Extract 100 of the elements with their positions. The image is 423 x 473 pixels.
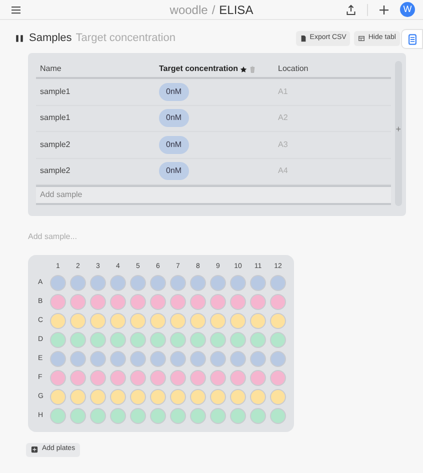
well[interactable]: [70, 313, 86, 329]
well[interactable]: [50, 332, 66, 348]
well[interactable]: [250, 408, 266, 424]
well[interactable]: [130, 408, 146, 424]
well[interactable]: [250, 389, 266, 405]
well[interactable]: [230, 294, 246, 310]
well[interactable]: [50, 313, 66, 329]
well[interactable]: [270, 389, 286, 405]
well[interactable]: [250, 294, 266, 310]
user-avatar[interactable]: W: [400, 2, 415, 17]
well[interactable]: [70, 294, 86, 310]
well[interactable]: [70, 332, 86, 348]
well[interactable]: [110, 408, 126, 424]
concentration-tag[interactable]: 0nM: [159, 136, 189, 154]
well[interactable]: [130, 332, 146, 348]
well[interactable]: [150, 351, 166, 367]
well[interactable]: [230, 275, 246, 291]
well[interactable]: [70, 275, 86, 291]
column-header[interactable]: Target concentration: [159, 63, 238, 75]
well[interactable]: [150, 313, 166, 329]
well[interactable]: [50, 351, 66, 367]
well[interactable]: [90, 389, 106, 405]
well[interactable]: [270, 370, 286, 386]
well[interactable]: [190, 313, 206, 329]
well[interactable]: [110, 275, 126, 291]
well[interactable]: [170, 389, 186, 405]
well[interactable]: [270, 275, 286, 291]
well[interactable]: [210, 332, 226, 348]
well[interactable]: [250, 275, 266, 291]
well[interactable]: [170, 294, 186, 310]
well[interactable]: [70, 389, 86, 405]
well[interactable]: [190, 275, 206, 291]
well[interactable]: [230, 313, 246, 329]
well[interactable]: [90, 370, 106, 386]
well[interactable]: [90, 351, 106, 367]
well[interactable]: [230, 332, 246, 348]
well[interactable]: [230, 351, 246, 367]
well[interactable]: [250, 313, 266, 329]
well[interactable]: [150, 275, 166, 291]
well[interactable]: [90, 313, 106, 329]
well[interactable]: [210, 389, 226, 405]
concentration-tag[interactable]: 0nM: [159, 162, 189, 180]
well[interactable]: [270, 332, 286, 348]
well[interactable]: [90, 275, 106, 291]
well[interactable]: [130, 389, 146, 405]
well[interactable]: [130, 313, 146, 329]
well[interactable]: [130, 351, 146, 367]
well[interactable]: [210, 351, 226, 367]
column-header[interactable]: Location: [278, 63, 308, 75]
well[interactable]: [170, 332, 186, 348]
well[interactable]: [250, 332, 266, 348]
well[interactable]: [210, 408, 226, 424]
well[interactable]: [270, 313, 286, 329]
well[interactable]: [230, 408, 246, 424]
side-panel-button[interactable]: [401, 29, 423, 49]
well[interactable]: [110, 351, 126, 367]
well[interactable]: [150, 408, 166, 424]
well[interactable]: [130, 370, 146, 386]
well[interactable]: [210, 313, 226, 329]
well[interactable]: [250, 351, 266, 367]
well[interactable]: [190, 370, 206, 386]
well[interactable]: [190, 351, 206, 367]
well[interactable]: [190, 332, 206, 348]
well[interactable]: [70, 408, 86, 424]
well[interactable]: [210, 275, 226, 291]
well[interactable]: [50, 389, 66, 405]
well[interactable]: [50, 370, 66, 386]
well[interactable]: [110, 389, 126, 405]
well[interactable]: [110, 294, 126, 310]
well[interactable]: [150, 294, 166, 310]
well[interactable]: [50, 408, 66, 424]
well[interactable]: [150, 370, 166, 386]
well[interactable]: [110, 370, 126, 386]
well[interactable]: [250, 370, 266, 386]
well[interactable]: [90, 332, 106, 348]
well[interactable]: [90, 408, 106, 424]
well[interactable]: [210, 370, 226, 386]
well[interactable]: [130, 275, 146, 291]
well[interactable]: [230, 370, 246, 386]
well[interactable]: [210, 294, 226, 310]
well[interactable]: [150, 389, 166, 405]
well[interactable]: [70, 370, 86, 386]
well[interactable]: [270, 351, 286, 367]
well[interactable]: [50, 275, 66, 291]
well[interactable]: [270, 294, 286, 310]
well[interactable]: [170, 408, 186, 424]
concentration-tag[interactable]: 0nM: [159, 82, 189, 101]
well[interactable]: [190, 389, 206, 405]
well[interactable]: [190, 294, 206, 310]
well[interactable]: [170, 370, 186, 386]
well[interactable]: [170, 275, 186, 291]
concentration-tag[interactable]: 0nM: [159, 109, 189, 128]
well[interactable]: [50, 294, 66, 310]
well[interactable]: [170, 313, 186, 329]
well[interactable]: [130, 294, 146, 310]
well[interactable]: [70, 351, 86, 367]
well[interactable]: [110, 332, 126, 348]
well[interactable]: [90, 294, 106, 310]
well[interactable]: [170, 351, 186, 367]
sample-input[interactable]: Add sample...: [28, 229, 278, 243]
